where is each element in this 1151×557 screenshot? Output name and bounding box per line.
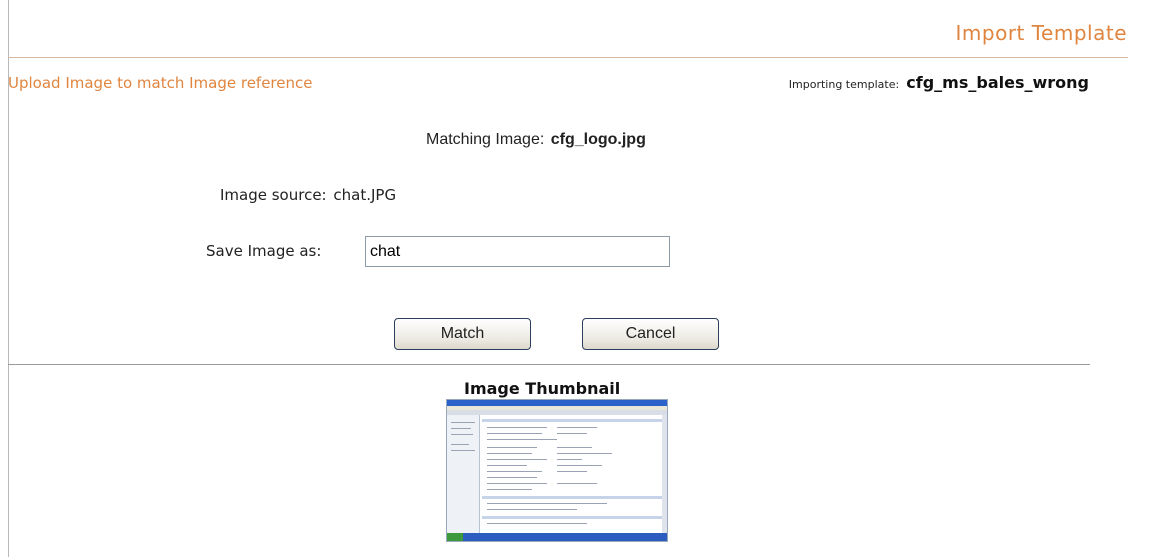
matching-image-row: Matching Image: cfg_logo.jpg xyxy=(426,131,646,149)
header-divider xyxy=(8,57,1128,58)
image-thumbnail-title: Image Thumbnail xyxy=(464,379,621,398)
thumbnail-line xyxy=(557,447,592,448)
thumbnail-line xyxy=(451,428,471,429)
cancel-button[interactable]: Cancel xyxy=(582,318,719,350)
matching-image-value: cfg_logo.jpg xyxy=(550,131,646,148)
thumbnail-taskbar xyxy=(447,533,667,541)
thumbnail-line xyxy=(487,433,542,434)
thumbnail-line xyxy=(451,444,469,445)
thumbnail-line xyxy=(451,450,475,451)
thumbnail-line xyxy=(487,477,537,478)
upload-instruction: Upload Image to match Image reference xyxy=(8,74,313,92)
thumbnail-line xyxy=(451,422,475,423)
save-image-label: Save Image as: xyxy=(206,242,322,260)
page-title: Import Template xyxy=(955,21,1127,45)
thumbnail-line xyxy=(557,459,582,460)
thumbnail-line xyxy=(557,427,597,428)
thumbnail-line xyxy=(487,509,577,510)
thumbnail-line xyxy=(487,459,547,460)
image-source-row: Image source: chat.JPG xyxy=(220,186,396,204)
thumbnail-line xyxy=(487,483,547,484)
thumbnail-line xyxy=(487,427,547,428)
image-source-value: chat.JPG xyxy=(333,186,397,204)
thumbnail-line xyxy=(557,483,597,484)
thumbnail-scrollbar xyxy=(662,415,667,533)
importing-template-label: Importing template: xyxy=(788,78,900,91)
import-template-page: Import Template Upload Image to match Im… xyxy=(0,0,1151,557)
image-thumbnail xyxy=(446,399,668,542)
thumbnail-line xyxy=(487,503,607,504)
image-source-label: Image source: xyxy=(220,186,327,204)
thumbnail-line xyxy=(487,465,527,466)
thumbnail-line xyxy=(557,465,602,466)
thumbnail-band xyxy=(482,496,662,499)
thumbnail-line xyxy=(487,523,587,524)
thumbnail-start-button xyxy=(447,533,463,541)
thumbnail-line xyxy=(557,471,587,472)
thumbnail-line xyxy=(487,471,542,472)
thumbnail-line xyxy=(557,433,587,434)
matching-image-label: Matching Image: xyxy=(426,131,545,148)
thumbnail-band xyxy=(482,419,662,422)
thumbnail-toolbar xyxy=(447,410,667,415)
thumbnail-line xyxy=(557,453,612,454)
importing-template-name: cfg_ms_bales_wrong xyxy=(906,73,1089,92)
thumbnail-sidebar xyxy=(447,415,480,533)
importing-template-info: Importing template: cfg_ms_bales_wrong xyxy=(789,73,1089,92)
match-button[interactable]: Match xyxy=(394,318,531,350)
save-image-input[interactable] xyxy=(365,236,670,267)
section-divider xyxy=(8,364,1090,365)
thumbnail-line xyxy=(487,447,537,448)
thumbnail-line xyxy=(487,489,532,490)
thumbnail-content xyxy=(482,417,662,531)
thumbnail-line xyxy=(487,439,557,440)
thumbnail-line xyxy=(451,434,473,435)
thumbnail-band xyxy=(482,516,662,519)
thumbnail-line xyxy=(487,453,532,454)
